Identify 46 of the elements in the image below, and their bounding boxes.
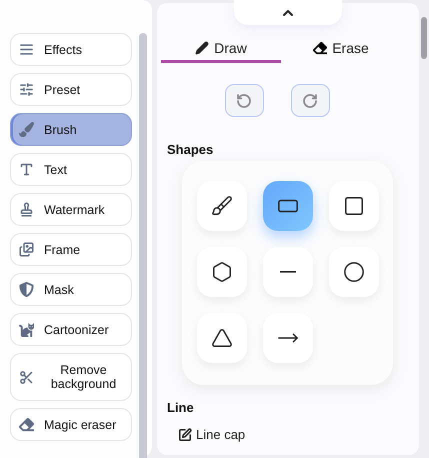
tab[interactable]: Erase — [281, 35, 401, 63]
shield-icon — [19, 282, 34, 297]
undo-icon — [236, 92, 252, 108]
section-title: Line — [167, 400, 194, 415]
text-icon — [19, 162, 34, 177]
line-icon — [280, 271, 296, 273]
circle-icon — [343, 261, 365, 283]
sidebar-item[interactable]: Effects — [10, 33, 132, 66]
shape-button[interactable] — [263, 181, 313, 231]
sidebar-item[interactable]: Mask — [10, 273, 132, 306]
shape-button[interactable] — [329, 247, 379, 297]
cat-icon — [19, 322, 34, 337]
redo-button[interactable] — [290, 84, 330, 117]
square-icon — [343, 195, 365, 217]
brush-icon — [19, 122, 34, 137]
section-title: Shapes — [167, 142, 214, 157]
sidebar-item[interactable]: Frame — [10, 233, 132, 266]
scrollbar[interactable] — [139, 33, 147, 458]
image-icon — [19, 242, 34, 257]
watermark-icon — [19, 202, 34, 217]
sidebar-item[interactable]: Brush — [10, 113, 132, 146]
menu-icon — [19, 42, 34, 57]
line-cap-button[interactable]: Line cap — [178, 427, 246, 442]
shape-button[interactable] — [197, 247, 247, 297]
brush-icon — [211, 195, 233, 217]
sidebar-item[interactable]: Cartoonizer — [10, 313, 132, 346]
shape-button[interactable] — [197, 181, 247, 231]
hexagon-icon — [211, 261, 233, 283]
undo-button[interactable] — [224, 84, 264, 117]
shape-button[interactable] — [197, 313, 247, 363]
eraser-icon — [19, 417, 34, 432]
sidebar-item[interactable]: Watermark — [10, 193, 132, 226]
redo-icon — [302, 92, 318, 108]
sidebar-item[interactable]: Magic eraser — [10, 408, 132, 441]
edit-icon — [178, 428, 192, 442]
triangle-icon — [211, 327, 233, 349]
preset-icon — [19, 82, 34, 97]
scissors-icon — [19, 370, 34, 384]
sidebar-item[interactable]: Remove background — [10, 353, 132, 401]
sidebar-item[interactable]: Text — [10, 153, 132, 186]
tab[interactable]: Draw — [161, 35, 281, 63]
shape-button[interactable] — [329, 181, 379, 231]
pencil-icon — [195, 40, 210, 54]
scrollbar[interactable] — [421, 17, 427, 59]
sidebar-item[interactable]: Preset — [10, 73, 132, 106]
eraser-icon — [313, 40, 328, 54]
